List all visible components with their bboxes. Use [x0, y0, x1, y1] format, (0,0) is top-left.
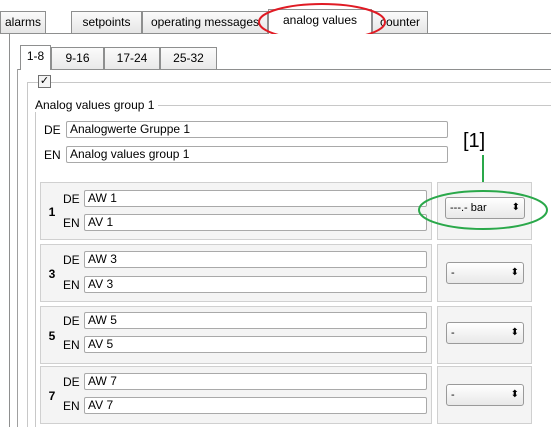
row-number: 3	[48, 267, 56, 281]
row-de-field[interactable]: AW 5	[84, 312, 427, 329]
callout-marker: [1]	[463, 130, 486, 152]
row-en-field[interactable]: AV 7	[84, 397, 427, 414]
row-de-label: DE	[63, 253, 80, 267]
subtab-9-16[interactable]: 9-16	[51, 47, 104, 69]
row-de-field[interactable]: AW 1	[84, 190, 427, 207]
tab-setpoints[interactable]: setpoints	[71, 11, 142, 33]
row-1: 1 DE AW 1 EN AV 1	[40, 182, 432, 240]
unit-select[interactable]: - ⬍	[446, 322, 524, 344]
unit-select[interactable]: - ⬍	[446, 384, 524, 406]
subtab-25-32[interactable]: 25-32	[160, 47, 217, 69]
subtab-bar-baseline	[17, 69, 551, 70]
row-3: 3 DE AW 3 EN AV 3	[40, 244, 432, 302]
unit-select[interactable]: - ⬍	[446, 262, 524, 284]
unit-box-7: - ⬍	[437, 366, 532, 424]
row-de-field[interactable]: AW 7	[84, 373, 427, 390]
row-en-field[interactable]: AV 5	[84, 336, 427, 353]
tab-operating-messages[interactable]: operating messages	[142, 11, 268, 33]
row-de-label: DE	[63, 375, 80, 389]
row-en-field[interactable]: AV 1	[84, 214, 427, 231]
row-7: 7 DE AW 7 EN AV 7	[40, 366, 432, 424]
unit-box-3: - ⬍	[437, 244, 532, 302]
row-number: 7	[48, 389, 56, 403]
subtab-1-8[interactable]: 1-8	[20, 45, 51, 70]
unit-box-5: - ⬍	[437, 306, 532, 364]
tab-alarms[interactable]: alarms	[0, 11, 46, 33]
row-en-label: EN	[63, 399, 80, 413]
group-title: Analog values group 1	[35, 98, 159, 112]
unit-select-value: -	[451, 389, 455, 401]
group-en-field[interactable]: Analog values group 1	[66, 146, 448, 163]
row-number: 1	[48, 205, 56, 219]
row-number: 5	[48, 329, 56, 343]
row-en-label: EN	[63, 278, 80, 292]
group-en-label: EN	[44, 148, 61, 162]
row-en-field[interactable]: AV 3	[84, 276, 427, 293]
unit-select-value: -	[451, 267, 455, 279]
row-de-label: DE	[63, 192, 80, 206]
select-arrows-icon: ⬍	[510, 389, 519, 400]
group-de-field[interactable]: Analogwerte Gruppe 1	[66, 121, 448, 138]
row-en-label: EN	[63, 338, 80, 352]
section-left-border	[27, 82, 28, 427]
section-divider	[27, 82, 551, 83]
row-de-label: DE	[63, 314, 80, 328]
subtab-17-24[interactable]: 17-24	[104, 47, 160, 69]
unit-select-highlight	[418, 190, 548, 230]
unit-select-value: -	[451, 327, 455, 339]
row-en-label: EN	[63, 216, 80, 230]
group-de-label: DE	[44, 123, 61, 137]
subtab-panel-left-border	[17, 69, 18, 427]
group-frame-left	[35, 105, 36, 427]
row-5: 5 DE AW 5 EN AV 5	[40, 306, 432, 364]
select-arrows-icon: ⬍	[510, 267, 519, 278]
row-de-field[interactable]: AW 3	[84, 251, 427, 268]
select-arrows-icon: ⬍	[510, 327, 519, 338]
enable-checkbox[interactable]: ✓	[38, 75, 51, 88]
